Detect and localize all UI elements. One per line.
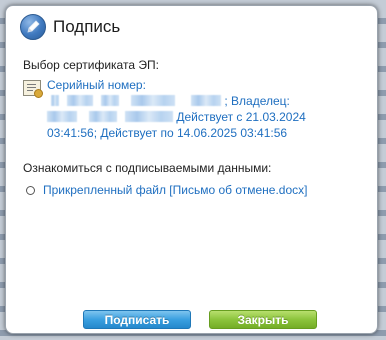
attachment-link[interactable]: Прикрепленный файл [Письмо об отмене.doc… xyxy=(43,183,307,197)
redacted-owner-name xyxy=(89,111,117,122)
owner-label[interactable]: ; Владелец: xyxy=(224,94,290,108)
pen-icon xyxy=(20,14,46,40)
serial-label[interactable]: Серийный номер: xyxy=(47,78,146,92)
valid-period[interactable]: 03:41:56; Действует по 14.06.2025 03:41:… xyxy=(47,126,287,140)
redacted-serial-number xyxy=(191,95,221,106)
certificate-item[interactable]: Серийный номер: ; Владелец: Действует с … xyxy=(23,77,368,141)
close-button[interactable]: Закрыть xyxy=(209,310,317,329)
redacted-serial-number xyxy=(67,95,93,106)
dialog-header: Подпись xyxy=(20,13,120,41)
sign-button[interactable]: Подписать xyxy=(83,310,191,329)
redacted-owner-name xyxy=(47,111,77,122)
attachment-option[interactable]: Прикрепленный файл [Письмо об отмене.doc… xyxy=(26,183,307,197)
valid-from[interactable]: Действует с 21.03.2024 xyxy=(176,110,305,124)
dialog-title: Подпись xyxy=(53,17,121,36)
redacted-serial-number xyxy=(51,95,59,106)
redacted-serial-number xyxy=(131,95,175,106)
certificate-select-label: Выбор сертификата ЭП: xyxy=(23,58,159,72)
certificate-icon xyxy=(23,80,43,98)
signature-dialog: Подпись Выбор сертификата ЭП: Серийный н… xyxy=(5,5,378,334)
review-data-label: Ознакомиться с подписываемыми данными: xyxy=(23,161,272,175)
redacted-owner-name xyxy=(125,111,173,122)
redacted-serial-number xyxy=(101,95,119,106)
attachment-radio[interactable] xyxy=(26,185,35,195)
